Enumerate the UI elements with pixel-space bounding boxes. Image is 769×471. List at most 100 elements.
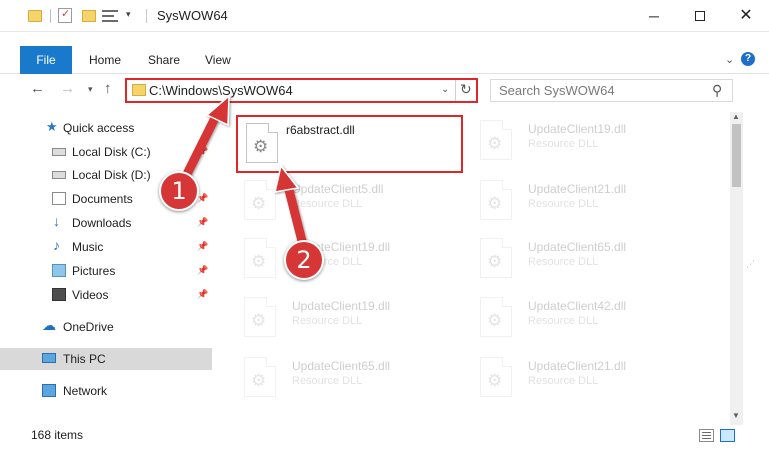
sidebar-item-label: Downloads — [72, 216, 132, 230]
step-2-badge: 2 — [284, 240, 324, 280]
minimize-button[interactable]: ─ — [631, 0, 677, 32]
gear-icon: ⚙ — [487, 252, 503, 271]
music-icon: ♪ — [53, 237, 60, 253]
pin-icon[interactable]: 📌 — [197, 146, 208, 157]
file-item[interactable]: ⚙ UpdateClient19.dll Resource DLL — [236, 232, 466, 288]
search-input[interactable]: Search SysWOW64 ⚲ — [490, 79, 733, 102]
disk-icon — [52, 171, 66, 179]
scroll-up-icon[interactable]: ▲ — [732, 112, 740, 121]
sidebar-item-downloads[interactable]: ↓ Downloads 📌 — [0, 212, 212, 234]
recent-locations-chevron-icon[interactable]: ▾ — [88, 84, 93, 95]
sidebar-item-label: Videos — [72, 288, 109, 302]
vertical-scrollbar[interactable]: ▲ ▼ — [730, 112, 743, 425]
file-item[interactable]: ⚙ UpdateClient42.dll Resource DLL — [472, 291, 702, 347]
file-name: UpdateClient19.dll — [528, 122, 627, 136]
details-view-icon[interactable] — [699, 429, 714, 442]
file-item[interactable]: ⚙ UpdateClient19.dll Resource DLL — [472, 114, 702, 170]
pin-icon[interactable]: 📌 — [197, 265, 208, 276]
file-item[interactable]: ⚙ UpdateClient21.dll Resource DLL — [472, 351, 702, 407]
sidebar-item-onedrive[interactable]: ☁ OneDrive — [0, 316, 212, 338]
close-button[interactable]: ✕ — [723, 0, 769, 32]
address-dropdown-icon[interactable]: ⌄ — [441, 84, 449, 95]
file-name: r6abstract.dll — [286, 123, 355, 137]
tab-view[interactable]: View — [205, 46, 231, 74]
sidebar-item-pictures[interactable]: Pictures 📌 — [0, 260, 212, 282]
file-name: UpdateClient5.dll — [292, 182, 384, 196]
gear-icon: ⚙ — [251, 194, 267, 213]
sidebar-item-label: This PC — [63, 352, 106, 366]
gear-icon: ⚙ — [487, 194, 503, 213]
documents-icon — [52, 192, 66, 205]
address-bar[interactable]: C:\Windows\SysWOW64 ⌄ ↻ — [125, 78, 478, 103]
expand-ribbon-chevron-icon[interactable]: ⌄ — [725, 53, 734, 66]
sidebar-item-local-disk-c[interactable]: Local Disk (C:) 📌 — [0, 141, 212, 163]
video-icon — [52, 288, 66, 301]
tab-home[interactable]: Home — [89, 46, 121, 74]
maximize-icon — [695, 11, 705, 21]
dll-file-icon: ⚙ — [244, 180, 276, 220]
sidebar-item-videos[interactable]: Videos 📌 — [0, 284, 212, 306]
network-icon — [42, 384, 56, 397]
gear-icon: ⚙ — [487, 134, 503, 153]
large-icons-view-icon[interactable] — [720, 429, 735, 442]
step-1-badge: 1 — [159, 171, 199, 211]
dll-file-icon: ⚙ — [246, 123, 278, 163]
dll-file-icon: ⚙ — [244, 297, 276, 337]
sidebar-item-quick-access[interactable]: ★ Quick access — [0, 117, 212, 139]
back-arrow-icon[interactable]: ← — [30, 80, 45, 97]
gear-icon: ⚙ — [251, 371, 267, 390]
folder-icon — [28, 10, 42, 22]
dll-file-icon: ⚙ — [480, 297, 512, 337]
file-type: Resource DLL — [292, 198, 363, 210]
sidebar-item-label: Music — [72, 240, 104, 254]
file-item-highlighted[interactable]: ⚙ r6abstract.dll — [236, 115, 463, 173]
file-item[interactable]: ⚙ UpdateClient65.dll Resource DLL — [236, 351, 466, 407]
file-name: UpdateClient21.dll — [528, 359, 627, 373]
new-folder-icon[interactable] — [82, 10, 96, 22]
forward-arrow-icon[interactable]: → — [60, 80, 75, 97]
resize-grip-icon[interactable]: ⋰ — [746, 259, 755, 270]
pin-icon[interactable]: 📌 — [197, 217, 208, 228]
ribbon-tabs: File Home Share View ⌄ ? — [0, 46, 769, 74]
pin-icon[interactable]: 📌 — [197, 193, 208, 204]
sidebar-item-this-pc[interactable]: This PC — [0, 348, 212, 370]
file-item[interactable]: ⚙ UpdateClient5.dll Resource DLL — [236, 174, 466, 230]
window-title: SysWOW64 — [157, 8, 228, 23]
gear-icon: ⚙ — [251, 252, 267, 271]
toolbar-separator — [50, 9, 51, 23]
cloud-icon: ☁ — [42, 317, 56, 333]
properties-icon[interactable] — [102, 9, 118, 23]
properties-check-icon[interactable] — [58, 7, 72, 23]
item-count: 168 items — [31, 428, 84, 442]
file-type: Resource DLL — [528, 315, 599, 327]
pin-icon[interactable]: 📌 — [197, 289, 208, 300]
file-type: Resource DLL — [528, 198, 599, 210]
maximize-button[interactable] — [677, 0, 723, 32]
refresh-icon[interactable]: ↻ — [460, 81, 472, 98]
sidebar-item-label: Quick access — [63, 121, 135, 135]
sidebar-item-label: Pictures — [72, 264, 116, 278]
scroll-down-icon[interactable]: ▼ — [732, 411, 740, 420]
tab-share[interactable]: Share — [148, 46, 180, 74]
file-item[interactable]: ⚙ UpdateClient65.dll Resource DLL — [472, 232, 702, 288]
scroll-thumb[interactable] — [732, 124, 741, 187]
search-placeholder: Search SysWOW64 — [499, 83, 615, 98]
dll-file-icon: ⚙ — [480, 120, 512, 160]
pin-icon[interactable]: 📌 — [197, 241, 208, 252]
file-type: Resource DLL — [528, 138, 599, 150]
tab-file[interactable]: File — [20, 46, 72, 74]
up-arrow-icon[interactable]: ↑ — [104, 80, 112, 97]
file-type: Resource DLL — [528, 256, 599, 268]
sidebar-item-music[interactable]: ♪ Music 📌 — [0, 236, 212, 258]
file-item[interactable]: ⚙ UpdateClient19.dll Resource DLL — [236, 291, 466, 347]
customize-toolbar-chevron-icon[interactable]: ▾ — [126, 9, 131, 25]
search-icon[interactable]: ⚲ — [712, 82, 722, 99]
address-path[interactable]: C:\Windows\SysWOW64 — [149, 83, 293, 98]
help-icon[interactable]: ? — [741, 52, 755, 66]
gear-icon: ⚙ — [251, 311, 267, 330]
address-separator — [455, 80, 456, 101]
file-item[interactable]: ⚙ UpdateClient21.dll Resource DLL — [472, 174, 702, 230]
dll-file-icon: ⚙ — [480, 357, 512, 397]
disk-icon — [52, 148, 66, 156]
sidebar-item-network[interactable]: Network — [0, 380, 212, 402]
